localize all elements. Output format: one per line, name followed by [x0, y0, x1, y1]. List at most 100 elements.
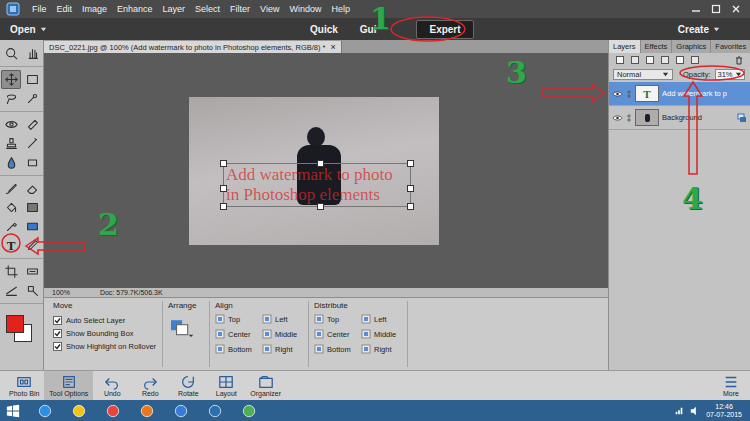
resize-handle[interactable]: [317, 160, 324, 167]
tool-button[interactable]: [1, 198, 21, 217]
menu-item[interactable]: Filter: [230, 4, 250, 14]
blend-mode-dropdown[interactable]: Normal: [613, 69, 673, 80]
menu-item[interactable]: Enhance: [117, 4, 153, 14]
taskbar-app-button[interactable]: [200, 401, 230, 420]
align-button[interactable]: Top: [314, 314, 355, 324]
tool-button[interactable]: [22, 44, 42, 63]
align-button[interactable]: Left: [262, 314, 303, 324]
checkbox[interactable]: [53, 342, 62, 351]
photo[interactable]: Add watermark to photo in Photoshop elem…: [189, 97, 439, 245]
open-button[interactable]: Open: [10, 24, 47, 35]
network-icon[interactable]: [674, 406, 684, 416]
panel-tab[interactable]: Graphics: [672, 40, 711, 53]
zoom-level[interactable]: 100%: [52, 289, 70, 296]
clock[interactable]: 12:46 07-07-2015: [706, 403, 742, 419]
tool-button[interactable]: [1, 179, 21, 198]
checkbox[interactable]: [53, 329, 62, 338]
align-button[interactable]: Bottom: [215, 344, 256, 354]
align-button[interactable]: Center: [314, 329, 355, 339]
visibility-eye-icon[interactable]: [612, 114, 623, 122]
bottom-bar-button[interactable]: Organizer: [245, 371, 286, 400]
menu-item[interactable]: Edit: [57, 4, 73, 14]
tool-button[interactable]: [1, 217, 21, 236]
taskbar-app-button[interactable]: [64, 401, 94, 420]
align-button[interactable]: Bottom: [314, 344, 355, 354]
bottom-bar-button[interactable]: Redo: [131, 371, 169, 400]
text-bounding-box[interactable]: Add watermark to photo in Photoshop elem…: [223, 163, 411, 207]
lock-icon[interactable]: [737, 113, 747, 123]
opacity-field[interactable]: 31%: [715, 69, 745, 80]
bottom-bar-button[interactable]: Undo: [93, 371, 131, 400]
resize-handle[interactable]: [220, 203, 227, 210]
tool-button[interactable]: [22, 236, 42, 255]
menu-item[interactable]: Help: [331, 4, 350, 14]
menu-item[interactable]: Select: [195, 4, 220, 14]
minimize-icon[interactable]: [690, 3, 702, 15]
taskbar-app-button[interactable]: [234, 401, 264, 420]
tool-button[interactable]: [22, 115, 42, 134]
checkbox-row[interactable]: Show Highlight on Rollover: [53, 340, 157, 353]
mode-tab[interactable]: Expert: [416, 20, 473, 39]
tool-button[interactable]: [22, 281, 42, 300]
resize-handle[interactable]: [407, 185, 414, 192]
tool-button[interactable]: [1, 134, 21, 153]
tool-button[interactable]: [22, 89, 42, 108]
taskbar-app-button[interactable]: [98, 401, 128, 420]
tool-button[interactable]: [1, 281, 21, 300]
layer-row[interactable]: T Add watermark to p: [609, 82, 750, 106]
tool-button[interactable]: T: [1, 236, 21, 255]
tool-button[interactable]: [22, 153, 42, 172]
link-icon[interactable]: [626, 113, 632, 123]
tool-button[interactable]: [22, 198, 42, 217]
align-button[interactable]: Top: [215, 314, 256, 324]
layer-action-icon[interactable]: [675, 55, 685, 65]
resize-handle[interactable]: [407, 160, 414, 167]
create-button[interactable]: Create: [678, 24, 720, 35]
panel-tab[interactable]: Favorites: [711, 40, 750, 53]
tool-button[interactable]: [1, 153, 21, 172]
menu-item[interactable]: Window: [289, 4, 321, 14]
foreground-color-swatch[interactable]: [6, 315, 24, 333]
menu-item[interactable]: File: [32, 4, 47, 14]
tool-button[interactable]: [1, 44, 21, 63]
align-button[interactable]: Middle: [361, 329, 402, 339]
layer-action-icon[interactable]: [660, 55, 670, 65]
tool-button[interactable]: [1, 262, 21, 281]
more-button[interactable]: More: [712, 371, 750, 400]
menu-item[interactable]: Layer: [163, 4, 186, 14]
align-button[interactable]: Right: [262, 344, 303, 354]
link-icon[interactable]: [626, 89, 632, 99]
menu-item[interactable]: Image: [82, 4, 107, 14]
resize-handle[interactable]: [220, 185, 227, 192]
tool-button[interactable]: [1, 70, 21, 89]
tool-button[interactable]: [1, 115, 21, 134]
tool-button[interactable]: [22, 70, 42, 89]
bottom-bar-button[interactable]: Rotate: [169, 371, 207, 400]
tool-button[interactable]: [22, 217, 42, 236]
document-close-button[interactable]: ×: [331, 43, 336, 52]
layer-action-icon[interactable]: [690, 55, 700, 65]
taskbar-app-button[interactable]: [30, 401, 60, 420]
visibility-eye-icon[interactable]: [612, 90, 623, 98]
align-button[interactable]: Middle: [262, 329, 303, 339]
mode-tab[interactable]: Quick: [306, 22, 342, 37]
taskbar-app-button[interactable]: [132, 401, 162, 420]
resize-handle[interactable]: [220, 160, 227, 167]
resize-handle[interactable]: [317, 203, 324, 210]
tool-button[interactable]: [22, 134, 42, 153]
trash-icon[interactable]: [734, 55, 744, 65]
checkbox[interactable]: [53, 316, 62, 325]
checkbox-row[interactable]: Show Bounding Box: [53, 327, 157, 340]
taskbar-app-button[interactable]: [166, 401, 196, 420]
resize-handle[interactable]: [407, 203, 414, 210]
watermark-text[interactable]: Add watermark to photo in Photoshop elem…: [226, 165, 408, 205]
layer-action-icon[interactable]: [645, 55, 655, 65]
align-button[interactable]: Left: [361, 314, 402, 324]
bottom-bar-button[interactable]: Tool Options: [44, 371, 93, 400]
volume-icon[interactable]: [690, 406, 700, 416]
panel-tab[interactable]: Layers: [609, 40, 641, 53]
bottom-bar-button[interactable]: Photo Bin: [4, 371, 44, 400]
layer-action-icon[interactable]: [630, 55, 640, 65]
panel-tab[interactable]: Effects: [641, 40, 673, 53]
document-tab[interactable]: DSC_0221.jpg @ 100% (Add watermark to ph…: [44, 41, 342, 53]
